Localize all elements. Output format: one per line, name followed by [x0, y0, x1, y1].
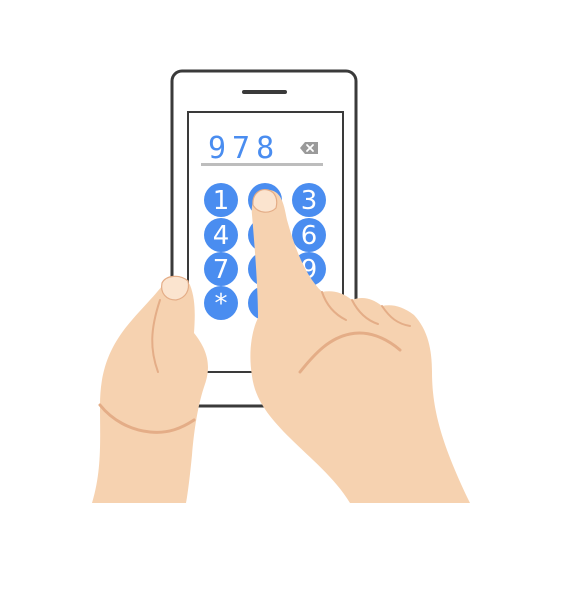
key-label: 4	[213, 221, 230, 251]
keypad-key-7[interactable]: 7	[204, 252, 238, 286]
left-hand	[92, 275, 208, 503]
left-thumbnail	[161, 275, 190, 301]
right-hand	[250, 189, 470, 504]
key-label: *	[215, 289, 228, 319]
display-underline	[201, 163, 323, 166]
key-label: 3	[301, 186, 318, 216]
keypad-key-1[interactable]: 1	[204, 183, 238, 217]
phone-speaker	[242, 90, 287, 94]
right-fingernail	[252, 189, 278, 213]
keypad-key-4[interactable]: 4	[204, 218, 238, 252]
keypad-key-6[interactable]: 6	[292, 218, 326, 252]
entered-number: 978	[208, 131, 280, 166]
key-label: 7	[213, 255, 230, 285]
keypad-key-3[interactable]: 3	[292, 183, 326, 217]
key-label: 6	[301, 221, 318, 251]
keypad-key-star[interactable]: *	[204, 286, 238, 320]
phone-in-hands-illustration: 978 123456789*0#	[92, 69, 470, 504]
key-label: 1	[213, 186, 230, 216]
